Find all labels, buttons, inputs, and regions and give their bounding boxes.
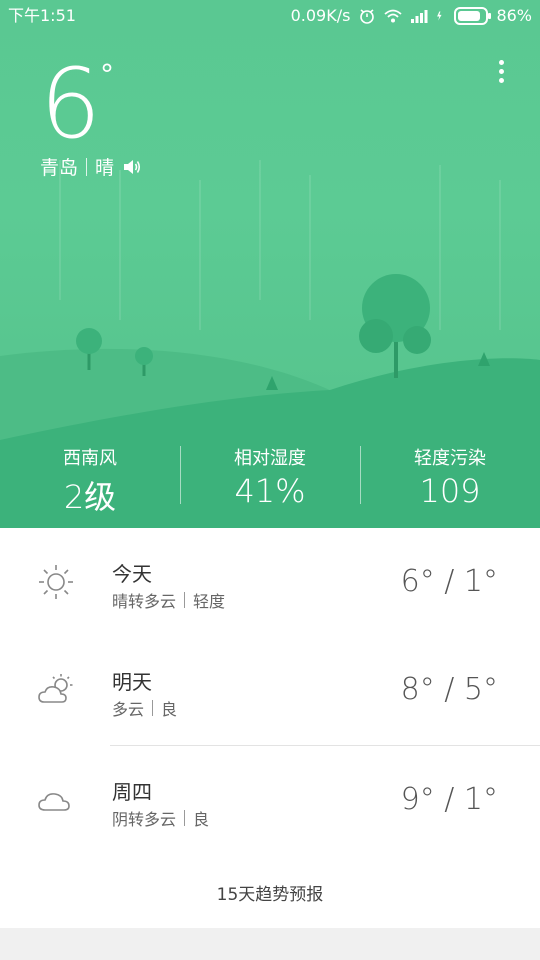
forecast-row-today[interactable]: 今天 晴转多云 轻度 6° / 1° <box>0 528 540 636</box>
forecast-row-thursday[interactable]: 周四 阴转多云 良 9° / 1° <box>0 746 540 854</box>
wifi-icon <box>384 9 403 23</box>
forecast-list: 今天 晴转多云 轻度 6° / 1° 明天 多云 良 8° / 5° 周四 阴转… <box>0 528 540 928</box>
separator <box>152 700 154 716</box>
weather-hero: 下午1:51 0.09K/s 86% 6 ° 青岛 晴 西南风 2级 相对湿度 … <box>0 0 540 528</box>
stat-label: 西南风 <box>63 448 117 469</box>
signal-icon <box>411 10 428 23</box>
stat-label: 相对湿度 <box>234 448 306 469</box>
stat-value: 2级 <box>63 478 117 516</box>
stat-air-quality[interactable]: 轻度污染 109 <box>360 432 540 528</box>
separator <box>184 810 186 826</box>
forecast-desc: 阴转多云 良 <box>112 806 209 830</box>
bottom-strip <box>0 928 540 960</box>
forecast-desc: 晴转多云 轻度 <box>112 588 225 612</box>
battery-icon <box>454 7 492 25</box>
weather-stats: 西南风 2级 相对湿度 41% 轻度污染 109 <box>0 432 540 528</box>
forecast-weather: 晴转多云 <box>112 592 177 611</box>
partly-cloudy-icon <box>38 674 73 703</box>
forecast-air: 轻度 <box>193 592 226 611</box>
forecast-desc: 多云 良 <box>112 696 177 720</box>
forecast-weather: 阴转多云 <box>112 810 177 829</box>
forecast-day: 周四 <box>112 780 152 804</box>
forecast-weather: 多云 <box>112 700 145 719</box>
stat-wind: 西南风 2级 <box>0 432 180 528</box>
separator <box>86 157 88 176</box>
forecast-air: 良 <box>193 810 210 829</box>
forecast-air: 良 <box>161 700 178 719</box>
battery-fill <box>458 11 481 21</box>
degree-symbol: ° <box>100 58 114 91</box>
current-temperature: 6 <box>40 48 102 160</box>
stat-value: 41% <box>234 472 306 510</box>
location-line: 青岛 晴 <box>40 153 142 180</box>
stat-label: 轻度污染 <box>414 448 486 469</box>
alarm-icon <box>360 9 375 24</box>
more-menu-icon[interactable] <box>496 60 506 86</box>
forecast-day: 今天 <box>112 562 152 586</box>
current-condition: 晴 <box>95 157 115 179</box>
status-time: 下午1:51 <box>8 6 76 25</box>
forecast-row-tomorrow[interactable]: 明天 多云 良 8° / 5° <box>0 636 540 744</box>
cloud-icon <box>38 793 70 811</box>
city-name[interactable]: 青岛 <box>40 153 78 180</box>
sun-icon <box>39 565 73 599</box>
stat-value: 109 <box>419 472 481 510</box>
forecast-day: 明天 <box>112 670 152 694</box>
forecast-temp: 6° / 1° <box>400 564 498 599</box>
battery-percent: 86% <box>496 6 532 25</box>
separator <box>184 592 186 608</box>
network-speed: 0.09K/s <box>290 6 351 25</box>
fifteen-day-forecast-link[interactable]: 15天趋势预报 <box>0 880 540 905</box>
charging-icon <box>437 11 442 21</box>
stat-humidity: 相对湿度 41% <box>180 432 360 528</box>
status-bar: 下午1:51 0.09K/s 86% <box>0 0 540 32</box>
forecast-temp: 9° / 1° <box>400 782 498 817</box>
forecast-temp: 8° / 5° <box>400 672 498 707</box>
speaker-icon[interactable] <box>122 158 142 176</box>
